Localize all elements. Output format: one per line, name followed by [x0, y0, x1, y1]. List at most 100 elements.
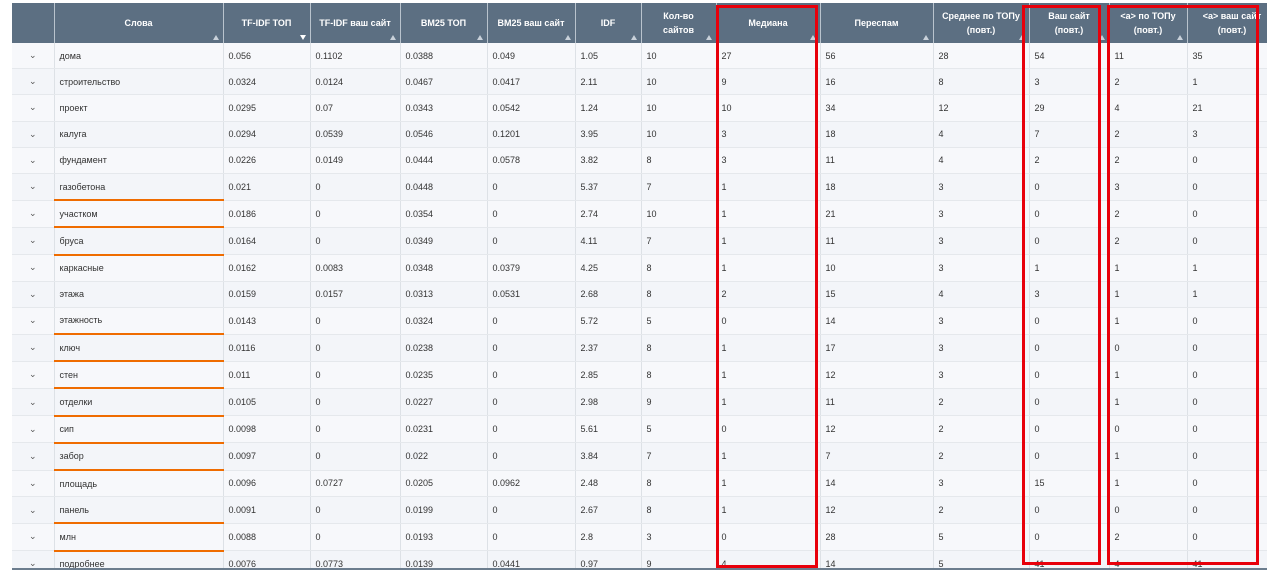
expand-row-button[interactable]: ⌄	[12, 227, 55, 256]
cell-idf: 4.25	[575, 254, 642, 282]
cell-bm25-top: 0.0343	[400, 94, 488, 122]
cell-words: участком	[54, 200, 224, 229]
cell-bm25-site: 0	[487, 200, 576, 228]
cell-anchor-top: 0	[1109, 334, 1188, 362]
cell-words: каркасные	[54, 254, 224, 282]
cell-anchor-top: 1	[1109, 361, 1188, 389]
expand-row-button[interactable]: ⌄	[12, 523, 55, 552]
cell-tfidf-top: 0.011	[223, 361, 311, 389]
chevron-down-icon: ⌄	[28, 396, 37, 407]
cell-avg-top: 3	[933, 470, 1030, 498]
expand-row-button[interactable]: ⌄	[12, 361, 55, 389]
table-row: ⌄ этажность 0.0143 0 0.0324 0 5.72 5 0 14 3 0 1 0	[12, 307, 1267, 336]
cell-site-repeats: 54	[1029, 43, 1110, 70]
sort-arrow-icon[interactable]	[476, 35, 483, 40]
cell-avg-top: 4	[933, 281, 1030, 308]
cell-tfidf-site: 0	[310, 388, 401, 417]
cell-tfidf-site: 0	[310, 307, 401, 335]
cell-anchor-site: 0	[1187, 227, 1267, 256]
expand-row-button[interactable]: ⌄	[12, 415, 55, 444]
expand-row-button[interactable]: ⌄	[12, 388, 55, 417]
cell-bm25-site: 0	[487, 307, 576, 335]
column-header-site-repeats[interactable]: Ваш сайт (повт.)	[1029, 3, 1110, 43]
sort-arrow-icon[interactable]	[212, 35, 219, 40]
cell-tfidf-site: 0	[310, 200, 401, 228]
column-header-overspam[interactable]: Переспам	[820, 3, 934, 43]
sort-arrow-icon[interactable]	[630, 35, 637, 40]
column-header-tfidf-site[interactable]: TF-IDF ваш сайт	[310, 3, 401, 43]
expand-row-button[interactable]: ⌄	[12, 254, 55, 282]
cell-overspam: 7	[820, 442, 934, 471]
cell-site-repeats: 0	[1029, 334, 1110, 362]
column-header-avg-top[interactable]: Среднее по ТОПу (повт.)	[933, 3, 1030, 43]
table-row: ⌄ участком 0.0186 0 0.0354 0 2.74 10 1 21 3 0 2 0	[12, 200, 1267, 229]
cell-anchor-site: 0	[1187, 470, 1267, 498]
expand-row-button[interactable]: ⌄	[12, 173, 55, 201]
cell-anchor-top: 2	[1109, 200, 1188, 228]
cell-bm25-site: 0	[487, 173, 576, 201]
cell-overspam: 12	[820, 361, 934, 389]
cell-words: панель	[54, 496, 224, 525]
column-header-label: Среднее по ТОПу (повт.)	[942, 11, 1020, 35]
sort-arrow-icon[interactable]	[705, 35, 712, 40]
chevron-down-icon: ⌄	[28, 288, 37, 299]
cell-avg-top: 3	[933, 227, 1030, 256]
cell-bm25-top: 0.0235	[400, 361, 488, 389]
expand-row-button[interactable]: ⌄	[12, 200, 55, 228]
cell-bm25-top: 0.0227	[400, 388, 488, 417]
cell-tfidf-top: 0.0295	[223, 94, 311, 122]
sort-arrow-icon[interactable]	[389, 35, 396, 40]
sort-arrow-icon[interactable]	[922, 35, 929, 40]
chevron-down-icon: ⌄	[28, 208, 37, 219]
expand-row-button[interactable]: ⌄	[12, 496, 55, 524]
cell-median: 0	[716, 523, 821, 552]
cell-sites-count: 10	[641, 68, 717, 96]
expand-row-button[interactable]: ⌄	[12, 43, 55, 70]
cell-bm25-site: 0	[487, 442, 576, 471]
column-header-bm25-top[interactable]: BM25 ТОП	[400, 3, 488, 43]
expand-row-button[interactable]: ⌄	[12, 94, 55, 122]
expand-row-button[interactable]: ⌄	[12, 442, 55, 471]
column-header-median[interactable]: Медиана	[716, 3, 821, 43]
cell-words: этажа	[54, 281, 224, 308]
sort-arrow-icon[interactable]	[809, 35, 816, 40]
cell-median: 1	[716, 388, 821, 417]
cell-median: 9	[716, 68, 821, 96]
expand-row-button[interactable]: ⌄	[12, 147, 55, 174]
cell-words: калуга	[54, 121, 224, 148]
column-header-label: TF-IDF ТОП	[241, 18, 292, 28]
cell-bm25-site: 0	[487, 227, 576, 256]
cell-site-repeats: 7	[1029, 121, 1110, 148]
expand-row-button[interactable]: ⌄	[12, 334, 55, 362]
cell-idf: 3.95	[575, 121, 642, 148]
column-header-words[interactable]: Слова	[54, 3, 224, 43]
column-header-sites-count[interactable]: Кол-во сайтов	[641, 3, 717, 43]
expand-row-button[interactable]: ⌄	[12, 470, 55, 498]
cell-overspam: 18	[820, 173, 934, 201]
column-header-label: <a> по ТОПу (повт.)	[1120, 11, 1176, 35]
cell-median: 27	[716, 43, 821, 70]
cell-words: этажность	[54, 307, 224, 336]
expand-row-button[interactable]: ⌄	[12, 281, 55, 308]
column-header-bm25-site[interactable]: BM25 ваш сайт	[487, 3, 576, 43]
expand-row-button[interactable]: ⌄	[12, 68, 55, 96]
sort-arrow-icon[interactable]	[1018, 35, 1025, 40]
cell-bm25-top: 0.0349	[400, 227, 488, 256]
sort-arrow-icon[interactable]	[1098, 35, 1105, 40]
sort-arrow-icon[interactable]	[299, 35, 306, 40]
sort-arrow-icon[interactable]	[564, 35, 571, 40]
table-row: ⌄ газобетона 0.021 0 0.0448 0 5.37 7 1 18 3 0 3 0	[12, 173, 1267, 202]
cell-anchor-site: 0	[1187, 523, 1267, 552]
cell-anchor-top: 0	[1109, 415, 1188, 444]
cell-bm25-site: 0	[487, 334, 576, 362]
expand-row-button[interactable]: ⌄	[12, 121, 55, 148]
cell-anchor-top: 2	[1109, 227, 1188, 256]
cell-sites-count: 8	[641, 361, 717, 389]
sort-arrow-icon[interactable]	[1176, 35, 1183, 40]
column-header-anchor-site[interactable]: <a> ваш сайт (повт.)	[1187, 3, 1267, 43]
column-header-tfidf-top[interactable]: TF-IDF ТОП	[223, 3, 311, 43]
expand-row-button[interactable]: ⌄	[12, 307, 55, 335]
column-header-anchor-top[interactable]: <a> по ТОПу (повт.)	[1109, 3, 1188, 43]
table-row: ⌄ бруса 0.0164 0 0.0349 0 4.11 7 1 11 3 0 2 0	[12, 227, 1267, 256]
column-header-idf[interactable]: IDF	[575, 3, 642, 43]
